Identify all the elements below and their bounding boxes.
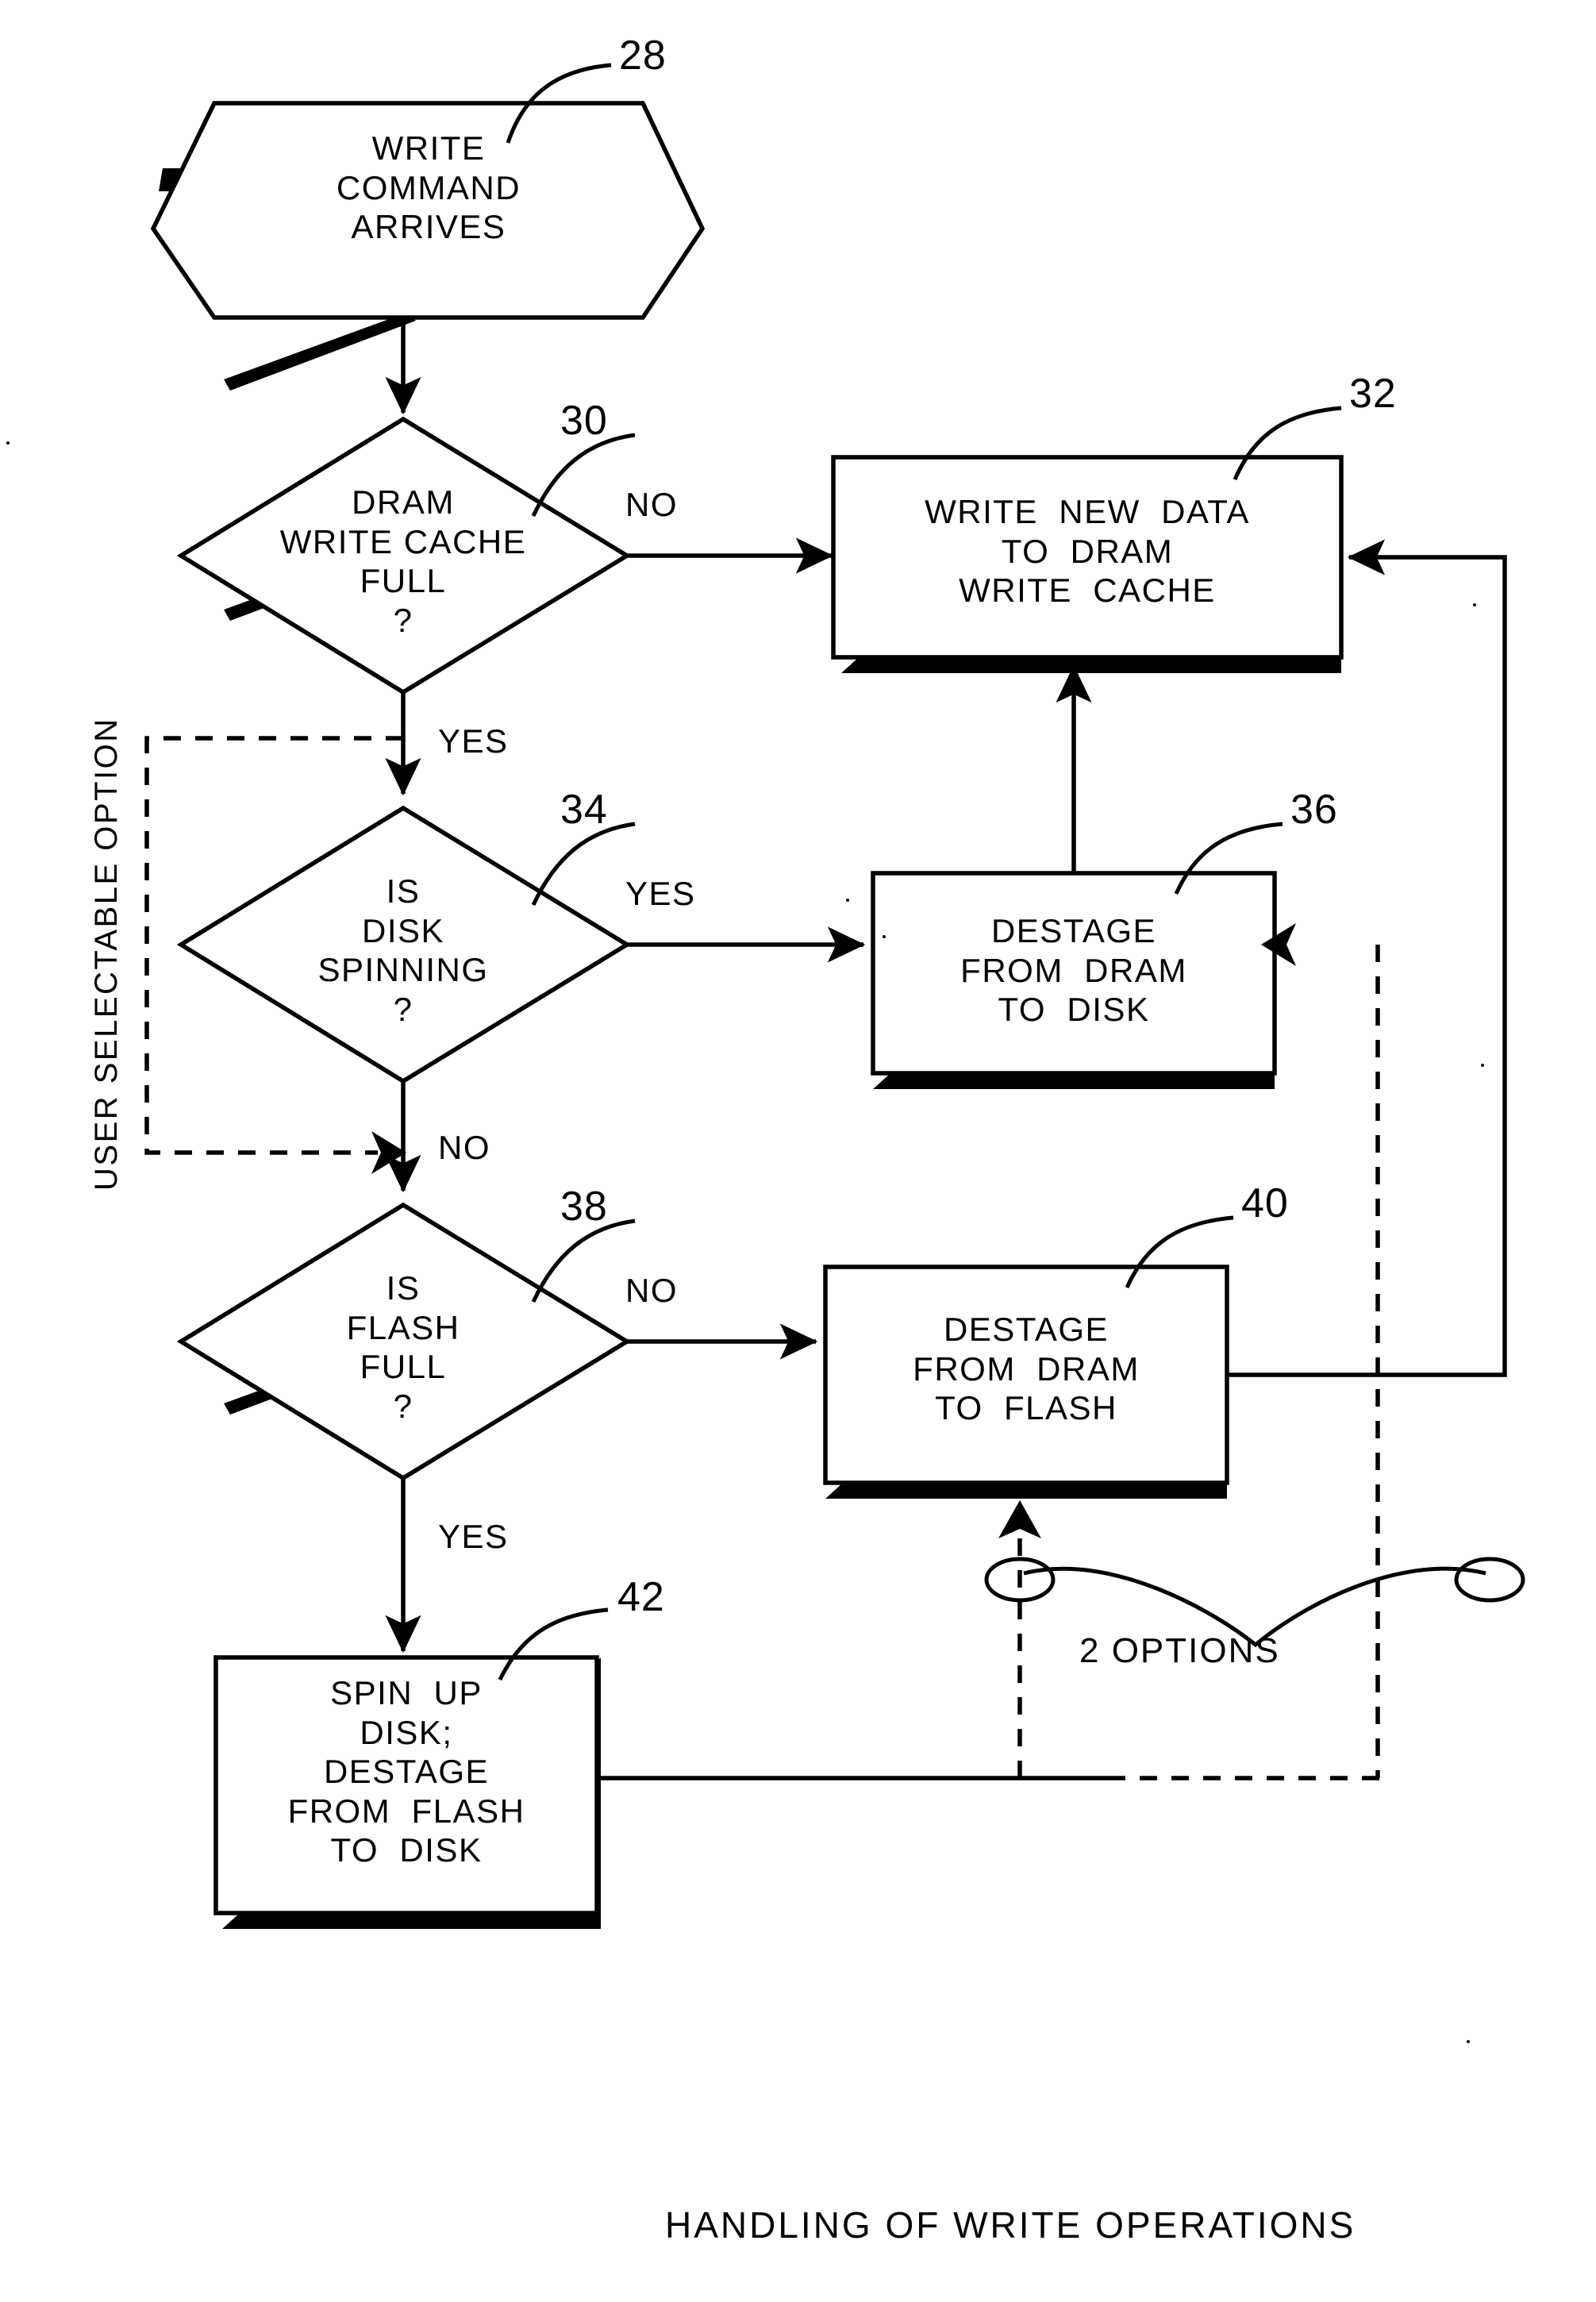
node-36-label: DESTAGE FROM DRAM TO DISK bbox=[960, 912, 1187, 1029]
scan-speck bbox=[1473, 603, 1476, 606]
shadow-node-30 bbox=[224, 313, 416, 391]
scan-speck bbox=[1467, 2040, 1470, 2043]
node-40-label: DESTAGE FROM DRAM TO FLASH bbox=[913, 1311, 1140, 1427]
branch-label-flash-no: NO bbox=[625, 1272, 678, 1309]
branch-label-flash-yes: YES bbox=[438, 1518, 509, 1555]
node-34-label: IS DISK SPINNING ? bbox=[317, 872, 489, 1028]
ref-numeral-38: 38 bbox=[560, 1184, 608, 1230]
flowchart-canvas bbox=[144, 63, 1525, 1929]
scan-speck bbox=[1481, 1064, 1484, 1067]
options-note-label: 2 OPTIONS bbox=[1079, 1631, 1280, 1670]
ref-numeral-42: 42 bbox=[617, 1574, 665, 1620]
node-38-label: IS FLASH FULL ? bbox=[346, 1269, 460, 1425]
ref-numeral-32: 32 bbox=[1349, 371, 1397, 417]
figure-caption: HANDLING OF WRITE OPERATIONS bbox=[665, 2204, 1356, 2246]
side-caption-user-selectable-option: USER SELECTABLE OPTION bbox=[89, 717, 124, 1191]
branch-label-disk-yes: YES bbox=[625, 875, 696, 912]
node-30-label: DRAM WRITE CACHE FULL ? bbox=[279, 483, 527, 639]
ref-numeral-40: 40 bbox=[1241, 1180, 1289, 1226]
branch-label-dram-yes: YES bbox=[438, 722, 509, 760]
scan-speck bbox=[6, 441, 10, 445]
arrowhead-into-40-bottom bbox=[998, 1500, 1041, 1538]
patent-figure-page: WRITE COMMAND ARRIVES 28 DRAM WRITE CACH… bbox=[0, 0, 1596, 2302]
ref-numeral-34: 34 bbox=[560, 787, 608, 833]
branch-label-dram-no: NO bbox=[625, 486, 678, 523]
scan-speck bbox=[846, 899, 849, 902]
ref-numeral-36: 36 bbox=[1290, 787, 1338, 833]
ref-numeral-28: 28 bbox=[619, 33, 667, 79]
node-28-label: WRITE COMMAND ARRIVES bbox=[336, 129, 521, 246]
node-42-label: SPIN UP DISK; DESTAGE FROM FLASH TO DISK bbox=[287, 1674, 525, 1869]
ref-numeral-30: 30 bbox=[560, 398, 608, 444]
scan-speck bbox=[883, 935, 886, 938]
option-marker-right bbox=[1454, 1557, 1525, 1603]
branch-label-disk-no: NO bbox=[438, 1129, 490, 1166]
node-32-label: WRITE NEW DATA TO DRAM WRITE CACHE bbox=[925, 493, 1250, 610]
